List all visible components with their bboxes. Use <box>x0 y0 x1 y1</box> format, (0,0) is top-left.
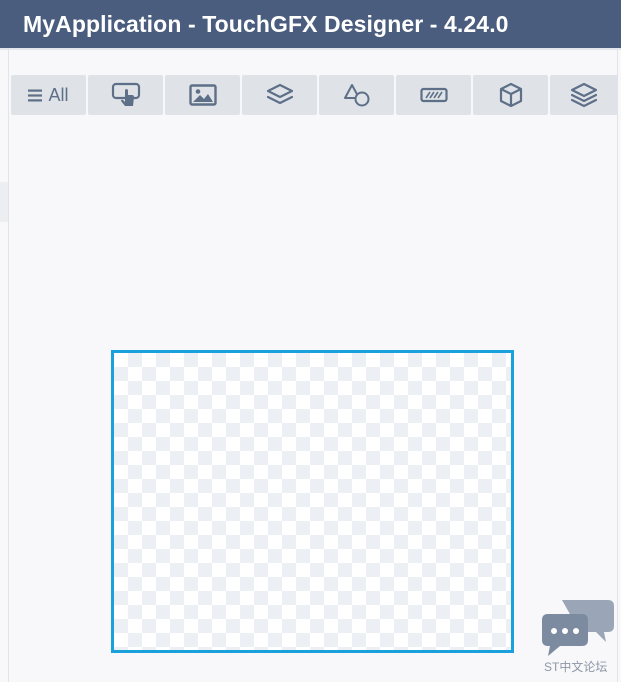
image-icon <box>188 84 217 106</box>
tab-containers[interactable] <box>242 75 317 115</box>
progress-indicator-icon <box>419 87 448 103</box>
tab-3d-widgets[interactable] <box>473 75 548 115</box>
window-title-bar: MyApplication - TouchGFX Designer - 4.24… <box>0 0 621 48</box>
widget-category-toolbar: All <box>11 75 618 115</box>
shapes-icon <box>342 82 372 108</box>
layers-stack-icon <box>570 82 598 108</box>
hamburger-menu-icon <box>28 89 43 102</box>
tab-interaction[interactable] <box>88 75 163 115</box>
tab-all-label: All <box>48 84 69 105</box>
watermark-text: ST中文论坛 <box>544 660 608 674</box>
tab-all[interactable]: All <box>11 75 86 115</box>
tab-images[interactable] <box>165 75 240 115</box>
tab-miscellaneous[interactable] <box>550 75 618 115</box>
right-panel-border <box>617 50 618 682</box>
tab-shapes[interactable] <box>319 75 394 115</box>
window-title: MyApplication - TouchGFX Designer - 4.24… <box>23 11 509 37</box>
touch-interaction-icon <box>111 82 141 108</box>
layers-icon <box>266 83 294 107</box>
title-divider <box>0 48 621 50</box>
cube-icon <box>498 82 524 108</box>
left-panel-collapse-handle[interactable] <box>0 182 8 222</box>
screen-preview-frame[interactable] <box>111 350 514 653</box>
tab-progress-indicators[interactable] <box>396 75 471 115</box>
